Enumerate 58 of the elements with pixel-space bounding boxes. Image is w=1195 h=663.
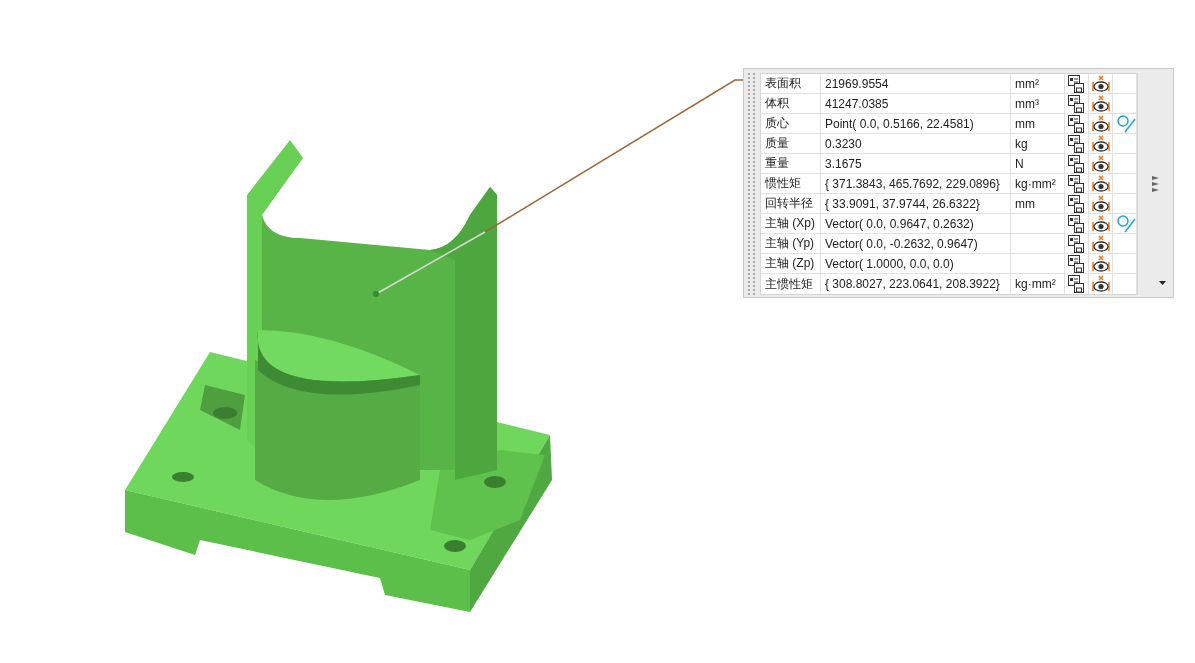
eye-icon[interactable] — [1092, 114, 1110, 133]
table-cell: mm² — [1011, 74, 1065, 93]
eye-icon[interactable] — [1092, 154, 1110, 173]
eye-icon[interactable] — [1092, 234, 1110, 253]
export-icon[interactable] — [1068, 214, 1084, 233]
eye-icon[interactable] — [1092, 74, 1110, 93]
eye-icon[interactable] — [1092, 214, 1110, 233]
table-cell: kg — [1011, 134, 1065, 153]
point-marker — [373, 291, 379, 297]
table-cell: 21969.9554 — [821, 74, 1011, 93]
table-cell: { 33.9091, 37.9744, 26.6322} — [821, 194, 1011, 213]
table-cell: N — [1011, 154, 1065, 173]
table-cell: 重量 — [761, 154, 821, 173]
table-cell: 质量 — [761, 134, 821, 153]
table-cell: 0.3230 — [821, 134, 1011, 153]
export-icon[interactable] — [1068, 134, 1084, 153]
export-icon[interactable] — [1068, 154, 1084, 173]
table-cell: 3.1675 — [821, 154, 1011, 173]
table-cell: Vector( 1.0000, 0.0, 0.0) — [821, 254, 1011, 273]
table-cell: 质心 — [761, 114, 821, 133]
table-cell: 41247.0385 — [821, 94, 1011, 113]
table-cell: Point( 0.0, 0.5166, 22.4581) — [821, 114, 1011, 133]
eye-icon[interactable] — [1092, 174, 1110, 193]
export-icon[interactable] — [1068, 114, 1084, 133]
table-cell: mm — [1011, 114, 1065, 133]
export-icon[interactable] — [1068, 194, 1084, 213]
table-cell: 表面积 — [761, 74, 821, 93]
table-cell: 回转半径 — [761, 194, 821, 213]
export-icon[interactable] — [1068, 234, 1084, 253]
table-cell: kg·mm² — [1011, 174, 1065, 193]
table-cell: 主轴 (Zp) — [761, 254, 821, 273]
dropdown-arrow-icon[interactable] — [1159, 281, 1166, 285]
table-cell: mm³ — [1011, 94, 1065, 113]
eye-icon[interactable] — [1092, 194, 1110, 213]
table-cell: { 371.3843, 465.7692, 229.0896} — [821, 174, 1011, 193]
table-cell: Vector( 0.0, -0.2632, 0.9647) — [821, 234, 1011, 253]
export-icon[interactable] — [1068, 174, 1084, 193]
eye-icon[interactable] — [1092, 134, 1110, 153]
table-cell: 主轴 (Yp) — [761, 234, 821, 253]
table-cell: kg·mm² — [1011, 274, 1065, 294]
circle-line-icon[interactable] — [1116, 114, 1136, 133]
export-icon[interactable] — [1068, 254, 1084, 273]
export-icon[interactable] — [1068, 94, 1084, 113]
table-cell: 主轴 (Xp) — [761, 214, 821, 233]
eye-icon[interactable] — [1092, 94, 1110, 113]
table-cell: { 308.8027, 223.0641, 208.3922} — [821, 274, 1011, 294]
eye-icon[interactable] — [1092, 275, 1110, 293]
export-icon[interactable] — [1068, 275, 1084, 293]
table-cell: 惯性矩 — [761, 174, 821, 193]
table-cell: mm — [1011, 194, 1065, 213]
table-cell: 主惯性矩 — [761, 274, 821, 294]
drag-handle-icon[interactable] — [747, 72, 757, 296]
export-icon[interactable] — [1068, 74, 1084, 93]
expand-arrows-icon[interactable] — [1151, 176, 1160, 192]
table-cell: Vector( 0.0, 0.9647, 0.2632) — [821, 214, 1011, 233]
eye-icon[interactable] — [1092, 254, 1110, 273]
circle-line-icon[interactable] — [1116, 214, 1136, 233]
table-cell: 体积 — [761, 94, 821, 113]
